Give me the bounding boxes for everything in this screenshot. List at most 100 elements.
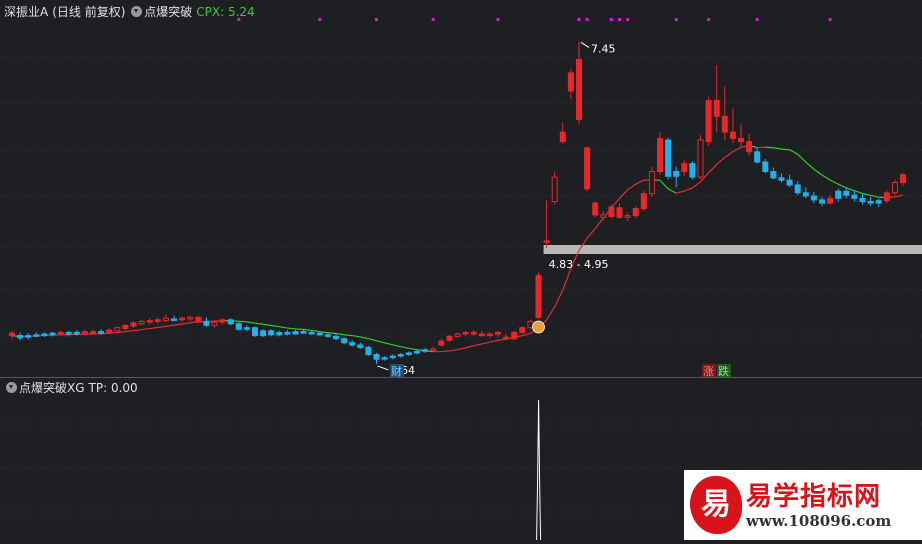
signal-dot [756, 18, 759, 21]
candle-body [544, 241, 549, 243]
candle-body [504, 337, 509, 339]
candle-body [779, 178, 784, 180]
moving-average-segment [182, 323, 190, 324]
moving-average-segment [854, 191, 862, 193]
moving-average-segment [320, 332, 328, 333]
candle-body [228, 320, 233, 324]
candle-body [747, 142, 752, 152]
candlestick [658, 132, 663, 175]
candlestick [204, 317, 209, 326]
moving-average-segment [798, 154, 806, 162]
candle-body [74, 332, 79, 334]
candle-body [698, 140, 703, 177]
candlestick [147, 318, 152, 324]
moving-average-segment [620, 190, 628, 199]
candle-body [755, 152, 760, 162]
candlestick [350, 340, 355, 346]
candle-body [836, 191, 841, 198]
candlestick [471, 330, 476, 336]
candle-body [66, 332, 71, 334]
moving-average-segment [377, 341, 385, 343]
candlestick [172, 316, 177, 322]
moving-average-segment [385, 343, 393, 345]
candle-body [536, 276, 541, 318]
candlestick [244, 325, 249, 331]
signal-dot [318, 18, 321, 21]
candle-body [884, 193, 889, 201]
candle-body [204, 321, 209, 325]
moving-average-segment [304, 330, 312, 331]
candle-body [91, 332, 96, 334]
signal-spike [537, 400, 541, 540]
candle-body [293, 332, 298, 334]
indicator-name[interactable]: 点爆突破 [144, 5, 192, 19]
moving-average-segment [190, 322, 198, 323]
candlestick [163, 314, 168, 322]
candle-body [447, 336, 452, 340]
candlestick [690, 161, 695, 179]
stock-name[interactable]: 深振业A [4, 5, 48, 19]
candlestick [34, 332, 39, 337]
signal-dot [675, 18, 678, 21]
candle-body [342, 339, 347, 343]
candlestick [876, 198, 881, 207]
candlestick [528, 320, 533, 329]
candle-body [220, 320, 225, 322]
candle-body [601, 215, 606, 217]
main-chart-header: 深振业A(日线 前复权) 点爆突破CPX: 5.24 [4, 4, 255, 20]
moving-average-segment [863, 193, 871, 195]
candle-body [641, 194, 646, 209]
candlestick [860, 194, 865, 205]
candle-body [803, 193, 808, 196]
candle-body [244, 328, 249, 330]
candlestick [188, 316, 193, 322]
moving-average-segment [255, 323, 263, 324]
moving-average-segment [263, 324, 271, 325]
moving-average-segment [587, 229, 595, 239]
candle-body [714, 101, 719, 117]
candlestick [706, 97, 711, 147]
signal-dot [626, 18, 629, 21]
moving-average-segment [336, 334, 344, 335]
candlestick [698, 135, 703, 179]
breakout-range-label: 4.83 - 4.95 [549, 258, 609, 271]
candle-body [317, 333, 322, 335]
moving-average-segment [547, 307, 555, 320]
candlestick [115, 326, 120, 332]
candle-body [479, 334, 484, 336]
candle-body [722, 116, 727, 132]
watermark-title: 易学指标网 [746, 476, 881, 513]
moving-average-segment [312, 330, 320, 331]
candlestick [633, 206, 638, 218]
sub-indicator-menu-icon[interactable] [6, 382, 17, 393]
candle-body [236, 324, 241, 330]
candlestick [91, 329, 96, 334]
candlestick [601, 211, 606, 220]
candle-body [188, 317, 193, 319]
candlestick [787, 175, 792, 188]
candle-body [309, 332, 314, 334]
candle-body [763, 162, 768, 171]
candle-body [18, 336, 23, 338]
candlestick [261, 329, 266, 337]
price-chart[interactable]: 7.453.644.83 - 4.95财涨跌 [0, 0, 922, 540]
candle-body [585, 148, 590, 189]
candlestick [763, 159, 768, 173]
candle-body [625, 216, 630, 218]
candlestick [568, 69, 573, 99]
candle-body [892, 183, 897, 193]
candle-body [42, 334, 47, 336]
candlestick [682, 160, 687, 177]
moving-average-segment [765, 147, 773, 148]
candle-body [374, 354, 379, 359]
period-label[interactable]: (日线 前复权) [52, 5, 125, 19]
moving-average-segment [830, 180, 838, 184]
candle-body [131, 323, 136, 326]
candle-body [115, 328, 120, 331]
moving-average-segment [279, 327, 287, 328]
cai-badge: 财 [391, 364, 402, 378]
sub-indicator-name[interactable]: 点爆突破XG [19, 381, 85, 395]
candle-body [172, 319, 177, 321]
indicator-menu-icon[interactable] [131, 6, 142, 17]
candlestick [779, 173, 784, 182]
